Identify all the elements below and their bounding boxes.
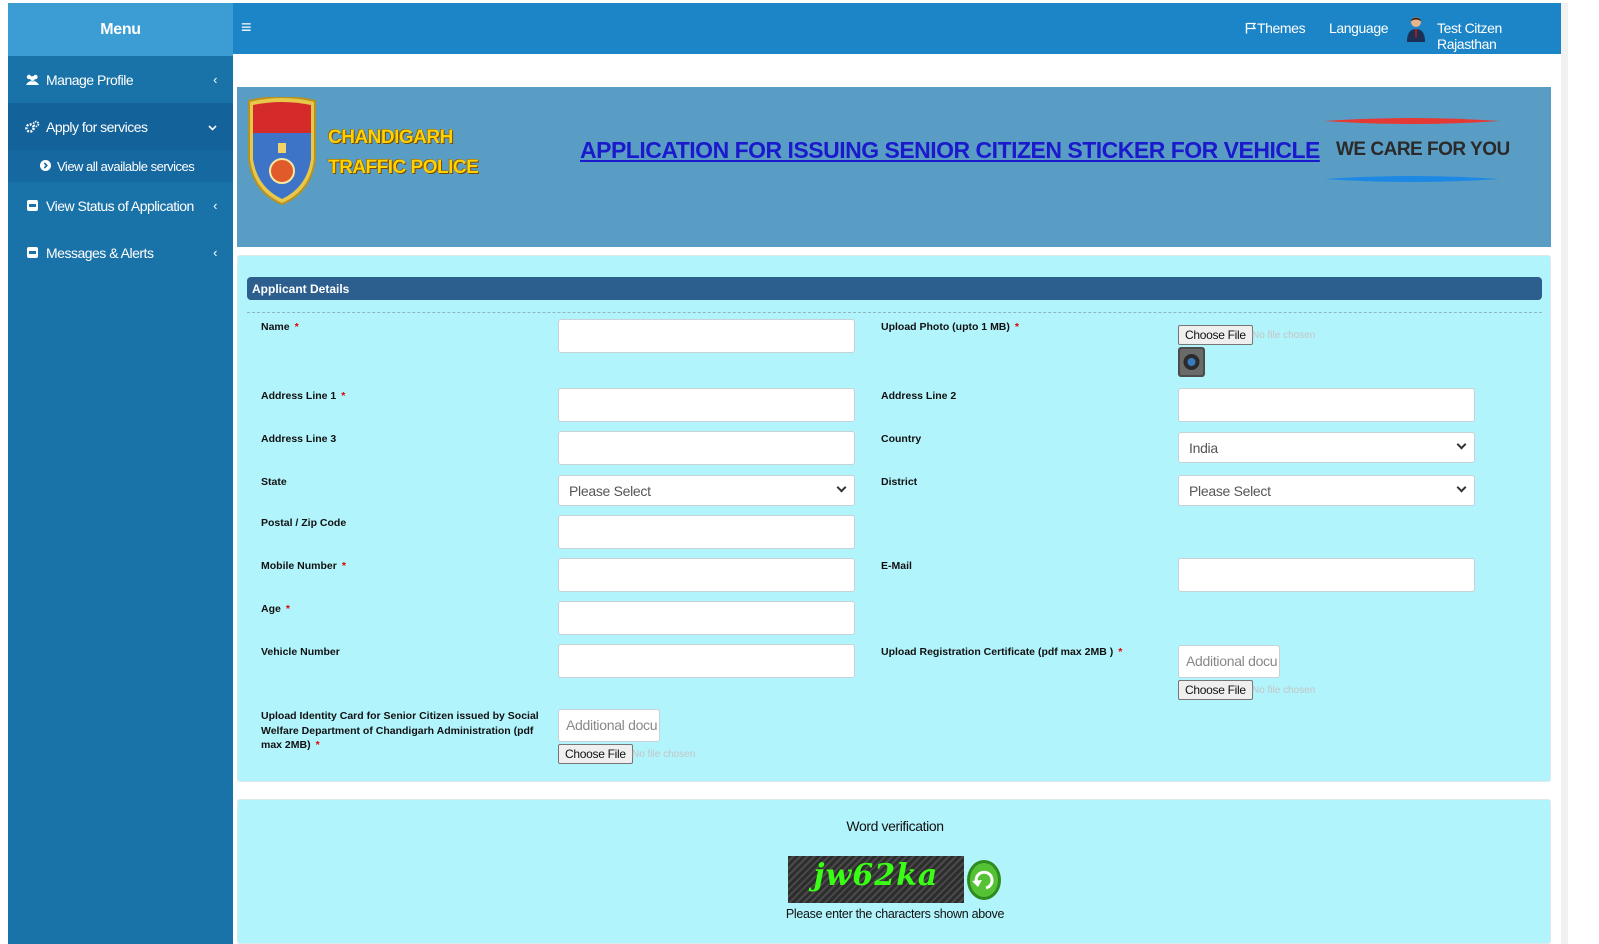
sidebar-item-manage-profile[interactable]: Manage Profile ‹ bbox=[8, 56, 233, 103]
id-no-file-text: No file chosen bbox=[632, 749, 696, 760]
name-label: Name * bbox=[261, 321, 299, 333]
age-label: Age * bbox=[261, 603, 290, 615]
scrollbar[interactable] bbox=[1561, 3, 1568, 944]
name-input[interactable] bbox=[558, 319, 855, 353]
user-name[interactable]: Test Citzen Rajasthan bbox=[1437, 20, 1561, 52]
age-input[interactable] bbox=[558, 601, 855, 635]
id-additional-doc-input[interactable]: Additional docu bbox=[558, 709, 660, 742]
state-label: State bbox=[261, 476, 287, 488]
vehicle-number-input[interactable] bbox=[558, 644, 855, 678]
photo-choose-file-button[interactable]: Choose File bbox=[1178, 325, 1253, 345]
top-navbar: ≡ Themes Language Test Citzen Rajasthan bbox=[233, 3, 1561, 54]
upload-id-card-label: Upload Identity Card for Senior Citizen … bbox=[261, 710, 539, 751]
sidebar-item-messages[interactable]: Messages & Alerts ‹ bbox=[8, 229, 233, 276]
user-avatar bbox=[1407, 17, 1425, 42]
email-label: E-Mail bbox=[881, 560, 912, 572]
square-icon bbox=[24, 200, 40, 211]
section-header: Applicant Details bbox=[247, 277, 1542, 300]
hamburger-menu-icon[interactable]: ≡ bbox=[241, 17, 252, 38]
header-banner: CHANDIGARH TRAFFIC POLICE APPLICATION FO… bbox=[237, 87, 1551, 247]
captcha-hint: Please enter the characters shown above bbox=[785, 907, 1005, 921]
word-verification-panel: Word verification jw62ka Please enter th… bbox=[237, 799, 1551, 944]
district-select[interactable]: Please Select bbox=[1178, 475, 1475, 506]
chevron-left-icon: ‹ bbox=[213, 72, 217, 87]
tagline-text: WE CARE FOR YOU bbox=[1336, 139, 1510, 160]
email-input[interactable] bbox=[1178, 558, 1475, 592]
mobile-number-input[interactable] bbox=[558, 558, 855, 592]
postal-code-input[interactable] bbox=[558, 515, 855, 549]
address-line1-input[interactable] bbox=[558, 388, 855, 422]
rc-additional-doc-input[interactable]: Additional docu bbox=[1178, 645, 1280, 678]
captcha-code: jw62ka bbox=[813, 858, 939, 893]
country-label: Country bbox=[881, 433, 922, 445]
sidebar-item-label: Manage Profile bbox=[46, 71, 134, 88]
police-badge-logo bbox=[248, 97, 316, 206]
chevron-left-icon: ‹ bbox=[213, 198, 217, 213]
themes-link[interactable]: Themes bbox=[1245, 20, 1306, 36]
upload-photo-label: Upload Photo (upto 1 MB) * bbox=[881, 321, 1019, 333]
chevron-left-icon: ‹ bbox=[213, 245, 217, 260]
chevron-down-icon bbox=[208, 119, 217, 134]
sidebar-item-label: Apply for services bbox=[46, 118, 148, 135]
state-select[interactable]: Please Select bbox=[558, 475, 855, 506]
sidebar-item-label: Messages & Alerts bbox=[46, 244, 154, 261]
address-line2-input[interactable] bbox=[1178, 388, 1475, 422]
app: Menu Manage Profile ‹ Apply for services… bbox=[0, 0, 1599, 944]
address-line1-label: Address Line 1 * bbox=[261, 390, 346, 402]
captcha-image: jw62ka bbox=[788, 856, 964, 903]
sidebar: Menu Manage Profile ‹ Apply for services… bbox=[8, 3, 233, 944]
country-select[interactable]: India bbox=[1178, 432, 1475, 463]
captcha-title: Word verification bbox=[846, 818, 944, 834]
sidebar-subitem-view-services[interactable]: View all available services bbox=[8, 150, 233, 182]
menu-title: Menu bbox=[8, 3, 233, 56]
chevron-down-icon bbox=[1456, 439, 1467, 450]
upload-rc-label: Upload Registration Certificate (pdf max… bbox=[881, 646, 1123, 658]
sidebar-item-view-status[interactable]: View Status of Application ‹ bbox=[8, 182, 233, 229]
sidebar-item-label: View Status of Application bbox=[46, 197, 194, 214]
logo-text-line2: TRAFFIC POLICE bbox=[328, 157, 479, 178]
applicant-form-panel: Applicant Details Name * Upload Photo (up… bbox=[237, 255, 1551, 782]
section-divider bbox=[247, 312, 1542, 313]
refresh-icon[interactable] bbox=[966, 859, 1002, 901]
district-label: District bbox=[881, 476, 918, 488]
cogs-icon bbox=[24, 120, 40, 134]
sidebar-item-apply-services[interactable]: Apply for services bbox=[8, 103, 233, 150]
camera-icon bbox=[1178, 347, 1205, 377]
users-icon bbox=[24, 74, 40, 86]
square-icon bbox=[24, 247, 40, 258]
flag-icon bbox=[1245, 22, 1257, 34]
vehicle-number-label: Vehicle Number bbox=[261, 646, 340, 658]
themes-label: Themes bbox=[1257, 20, 1306, 36]
language-link[interactable]: Language bbox=[1329, 20, 1388, 36]
address-line3-label: Address Line 3 bbox=[261, 433, 337, 445]
postal-code-label: Postal / Zip Code bbox=[261, 517, 347, 529]
rc-choose-file-button[interactable]: Choose File bbox=[1178, 680, 1253, 700]
circle-arrow-icon bbox=[40, 159, 51, 174]
photo-no-file-text: No file chosen bbox=[1252, 330, 1316, 341]
application-title-link[interactable]: APPLICATION FOR ISSUING SENIOR CITIZEN S… bbox=[580, 137, 1320, 164]
chevron-down-icon bbox=[1456, 482, 1467, 493]
sidebar-subitem-label: View all available services bbox=[57, 158, 195, 174]
chevron-down-icon bbox=[836, 482, 847, 493]
rc-no-file-text: No file chosen bbox=[1252, 685, 1316, 696]
mobile-number-label: Mobile Number * bbox=[261, 560, 346, 572]
id-choose-file-button[interactable]: Choose File bbox=[558, 744, 633, 764]
logo-text-line1: CHANDIGARH bbox=[328, 127, 453, 148]
address-line2-label: Address Line 2 bbox=[881, 390, 957, 402]
address-line3-input[interactable] bbox=[558, 431, 855, 465]
